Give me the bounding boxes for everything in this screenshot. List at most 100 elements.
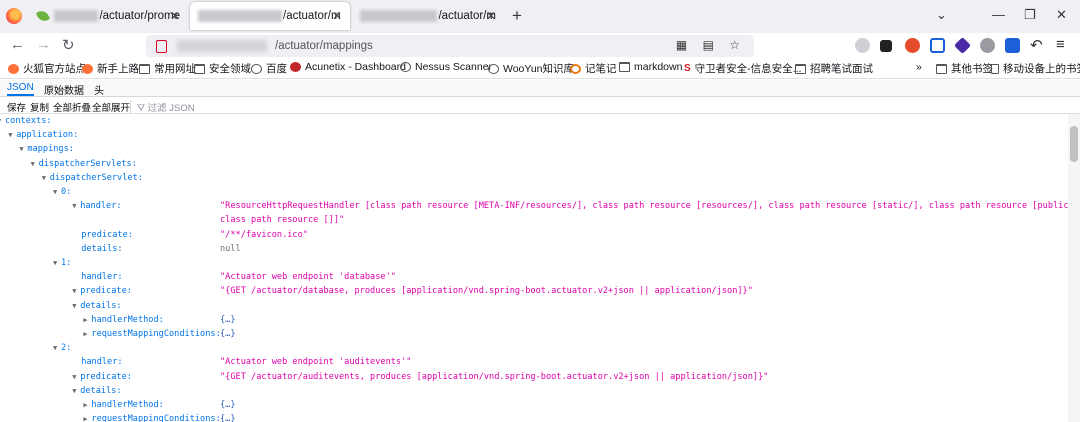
list-tabs-icon[interactable]: ⌄ (936, 7, 947, 23)
tree-row[interactable]: ▼contexts: (0, 116, 1068, 130)
tree-row[interactable]: ▼ details: (0, 301, 1068, 315)
close-icon[interactable]: ✕ (332, 9, 342, 23)
tree-value[interactable]: {…} (220, 414, 236, 422)
bookmark-item[interactable]: S 守卫者安全-信息安全... (684, 61, 801, 76)
translate-icon[interactable] (1005, 38, 1020, 53)
tree-row[interactable]: ▼ 2: (0, 343, 1068, 357)
bookmark-item[interactable]: 常用网址 (139, 61, 196, 76)
tab-json[interactable]: JSON (7, 82, 34, 96)
bookmark-item[interactable]: 记笔记 (570, 61, 617, 76)
tree-row[interactable]: details: null (0, 244, 1068, 258)
close-icon[interactable]: ✕ (170, 9, 180, 23)
collapse-triangle-icon[interactable]: ▼ (8, 131, 16, 139)
browser-tab-third[interactable]: /actuator/m ✕ (352, 2, 504, 30)
reload-icon[interactable]: ↻ (62, 36, 75, 54)
tree-row[interactable]: predicate: "/**/favicon.ico" (0, 230, 1068, 244)
vertical-scrollbar[interactable] (1068, 114, 1080, 422)
tree-row[interactable]: ▼ dispatcherServlet: (0, 173, 1068, 187)
tree-value[interactable]: {…} (220, 315, 236, 325)
extension-icon-circle[interactable] (980, 38, 995, 53)
bookmark-item[interactable]: 新手上路 (82, 61, 139, 76)
globe-icon (251, 63, 262, 74)
bookmark-item[interactable]: WooYun知识库 (488, 61, 574, 76)
bookmark-item[interactable]: 安全领域 (194, 61, 251, 76)
collapse-triangle-icon[interactable]: ▼ (72, 302, 80, 310)
tree-row[interactable]: class path resource []]" (0, 215, 1068, 229)
close-icon[interactable]: ✕ (486, 9, 496, 23)
tree-key-label: contexts: (5, 116, 52, 126)
filter-json-input[interactable]: ⛛ 过滤 JSON (130, 100, 195, 114)
scrollbar-thumb[interactable] (1070, 126, 1078, 162)
collapse-triangle-icon[interactable]: ▼ (72, 287, 80, 295)
tree-row[interactable]: ▶ handlerMethod: {…} (0, 315, 1068, 329)
copy-button[interactable]: 复制 (30, 100, 49, 114)
tree-key: ▼ predicate: (72, 372, 132, 382)
extension-icon-purple[interactable] (954, 37, 971, 54)
tree-key-label: details: (80, 300, 122, 311)
tree-row[interactable]: ▶ handlerMethod: {…} (0, 400, 1068, 414)
extension-icon-orange[interactable] (905, 38, 920, 53)
tree-row[interactable]: ▼ details: (0, 386, 1068, 400)
collapse-all-button[interactable]: 全部折叠 (53, 100, 91, 114)
tree-value[interactable]: {…} (220, 329, 236, 339)
minimize-button[interactable]: — (992, 7, 1005, 22)
url-bar[interactable]: /actuator/mappings ▦ ▤ ☆ (146, 35, 754, 57)
undo-icon[interactable]: ↶ (1030, 36, 1043, 54)
tree-key: ▼ handler: (72, 201, 121, 211)
close-window-button[interactable]: ✕ (1056, 7, 1067, 23)
tree-row[interactable]: handler: "Actuator web endpoint 'database… (0, 272, 1068, 286)
tree-row[interactable]: ▼ 1: (0, 258, 1068, 272)
insecure-lock-icon[interactable] (156, 39, 167, 53)
collapse-triangle-icon[interactable]: ▼ (31, 160, 39, 168)
menu-icon[interactable]: ≡ (1056, 36, 1065, 53)
expand-all-button[interactable]: 全部展开 (92, 100, 130, 114)
tree-row[interactable]: ▼ 0: (0, 187, 1068, 201)
tree-row[interactable]: ▼ dispatcherServlets: (0, 159, 1068, 173)
restore-button[interactable]: ❐ (1024, 7, 1036, 23)
new-tab-button[interactable]: + (512, 6, 522, 26)
screenshot-icon[interactable] (930, 38, 945, 53)
browser-tab-mappings[interactable]: /actuator/m ✕ (190, 2, 350, 30)
tree-row[interactable]: ▼ predicate: "{GET /actuator/auditevents, … (0, 372, 1068, 386)
mobile-icon (991, 63, 999, 74)
tree-row[interactable]: ▼ mappings: (0, 144, 1068, 158)
tree-value: class path resource []]" (220, 215, 345, 226)
tree-value[interactable]: {…} (220, 400, 236, 410)
page-actions[interactable]: ▦ ▤ ☆ (676, 38, 746, 52)
bookmark-item[interactable]: 招聘笔试面试 (795, 61, 873, 76)
save-button[interactable]: 保存 (7, 100, 26, 114)
bookmark-item[interactable]: Nessus Scanner (400, 61, 492, 73)
tree-row[interactable]: ▼ handler: "ResourceHttpRequestHandler [cl… (0, 201, 1068, 215)
bookmark-item[interactable]: 百度 (251, 61, 287, 76)
bookmark-label: 移动设备上的书签 (1003, 63, 1080, 75)
tree-row[interactable]: ▶ requestMappingConditions: {…} (0, 329, 1068, 343)
more-bookmarks-icon[interactable]: » (916, 61, 922, 73)
tree-key: ▼ predicate: (72, 286, 132, 296)
collapse-triangle-icon[interactable]: ▼ (53, 344, 61, 352)
tree-row[interactable]: handler: "Actuator web endpoint 'auditeve… (0, 357, 1068, 371)
tree-row[interactable]: ▼ application: (0, 130, 1068, 144)
firefox-icon[interactable] (6, 8, 22, 24)
crop-icon[interactable] (880, 40, 892, 52)
bookmark-item[interactable]: markdown (619, 61, 682, 73)
tree-row[interactable]: ▶ requestMappingConditions: {…} (0, 414, 1068, 422)
back-icon[interactable]: ← (10, 36, 25, 53)
collapse-triangle-icon[interactable]: ▼ (72, 373, 80, 381)
forward-icon[interactable]: → (36, 36, 51, 53)
bookmark-item[interactable]: 其他书签 (936, 61, 993, 76)
tree-key-label: predicate: (80, 286, 132, 297)
collapse-triangle-icon[interactable]: ▼ (72, 202, 80, 210)
bookmark-item[interactable]: Acunetix - Dashboard (290, 61, 406, 73)
bookmark-item[interactable]: 移动设备上的书签 (991, 61, 1080, 76)
collapse-triangle-icon[interactable]: ▼ (53, 259, 61, 267)
tree-row[interactable]: ▼ predicate: "{GET /actuator/database, pro… (0, 286, 1068, 300)
collapse-triangle-icon[interactable]: ▼ (42, 174, 50, 182)
tab-headers[interactable]: 头 (94, 82, 104, 97)
extension-icon-gray[interactable] (855, 38, 870, 53)
collapse-triangle-icon[interactable]: ▼ (72, 387, 80, 395)
bookmark-item[interactable]: 火狐官方站点 (8, 61, 86, 76)
collapse-triangle-icon[interactable]: ▼ (53, 188, 61, 196)
tab-raw-data[interactable]: 原始数据 (44, 82, 84, 97)
browser-tab-prometheus[interactable]: /actuator/prome ✕ (30, 2, 188, 30)
tree-key: ▼ dispatcherServlet: (42, 173, 143, 183)
